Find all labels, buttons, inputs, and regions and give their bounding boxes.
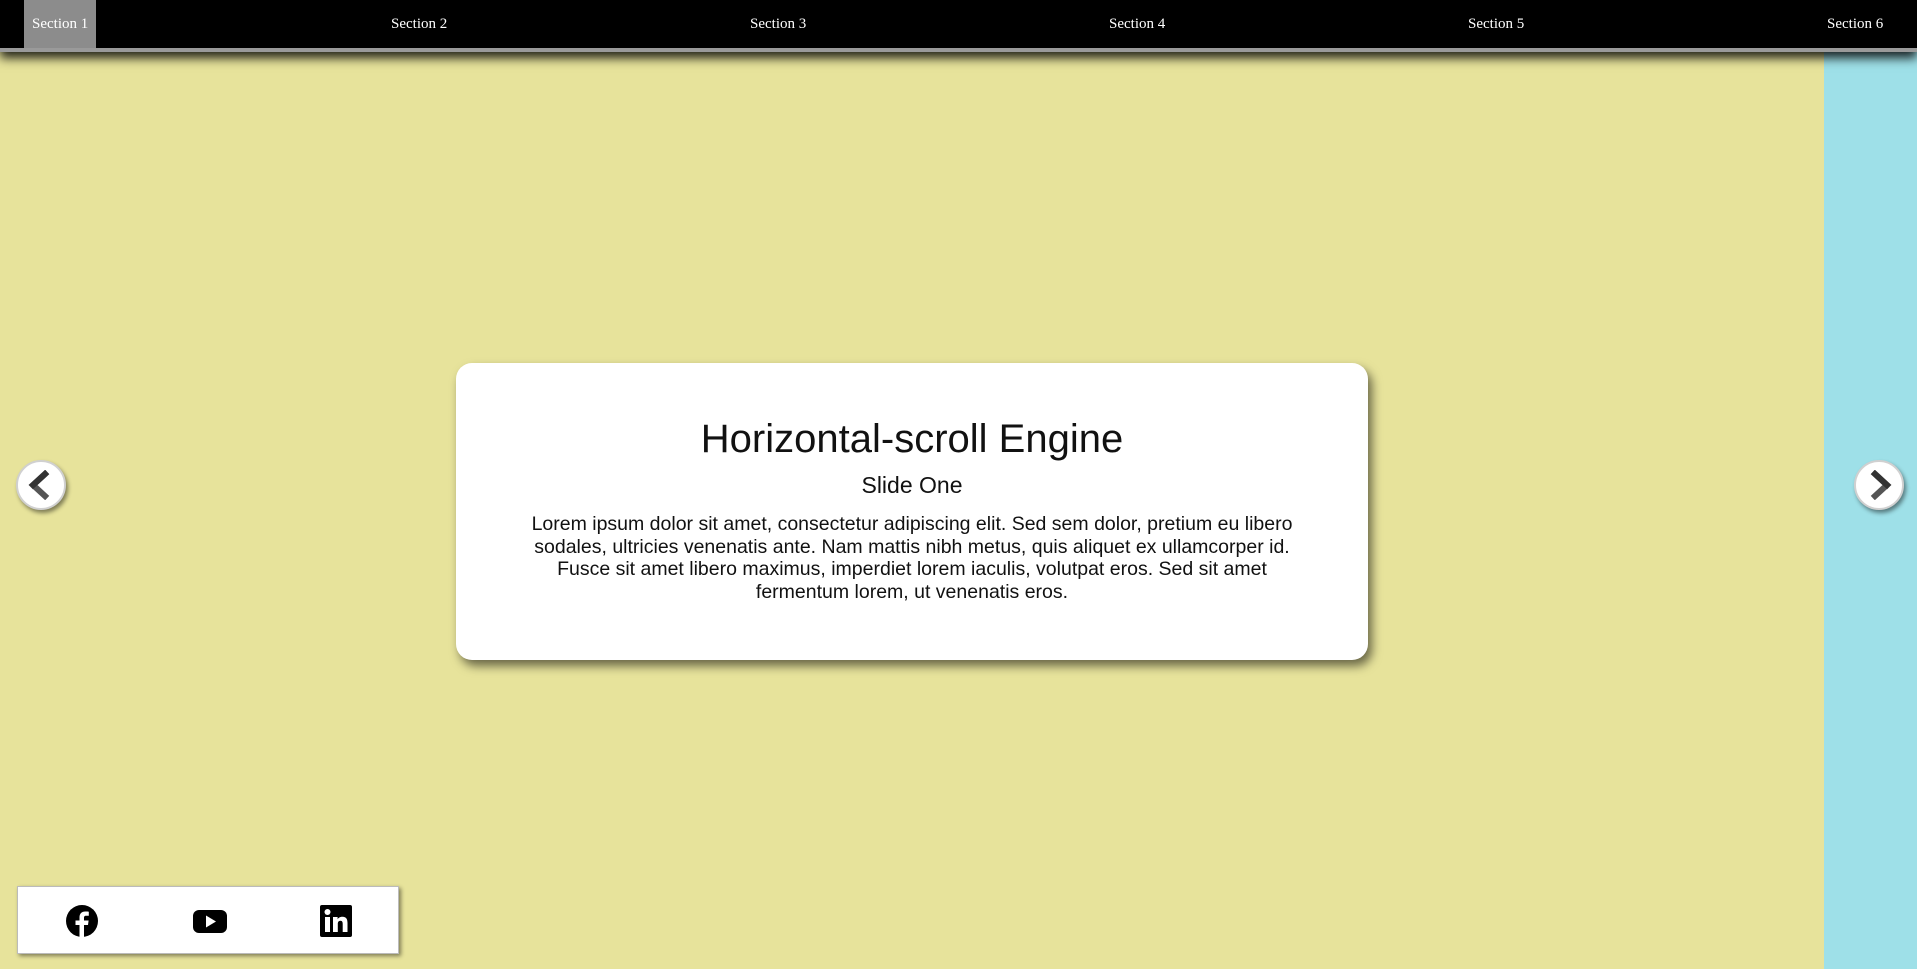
slide-title: Horizontal-scroll Engine bbox=[700, 417, 1124, 461]
top-navigation: Section 1 Section 2 Section 3 Section 4 … bbox=[0, 0, 1917, 52]
social-links bbox=[17, 886, 399, 954]
slide-subtitle: Slide One bbox=[861, 472, 963, 498]
linkedin-icon[interactable] bbox=[319, 904, 353, 938]
chevron-left-icon bbox=[28, 470, 50, 500]
youtube-icon[interactable] bbox=[192, 904, 228, 938]
nav-section-2[interactable]: Section 2 bbox=[383, 0, 455, 48]
nav-section-6[interactable]: Section 6 bbox=[1819, 0, 1891, 48]
prev-slide-button[interactable] bbox=[16, 460, 66, 510]
slide-card: Horizontal-scroll Engine Slide One Lorem… bbox=[456, 363, 1368, 660]
chevron-right-icon bbox=[1870, 470, 1892, 500]
nav-section-3[interactable]: Section 3 bbox=[742, 0, 814, 48]
nav-section-1[interactable]: Section 1 bbox=[24, 0, 97, 48]
nav-section-4[interactable]: Section 4 bbox=[1101, 0, 1173, 48]
page: Section 1 Section 2 Section 3 Section 4 … bbox=[0, 0, 1917, 969]
slide-body-text: Lorem ipsum dolor sit amet, consectetur … bbox=[531, 513, 1293, 603]
nav-section-5[interactable]: Section 5 bbox=[1460, 0, 1532, 48]
facebook-icon[interactable] bbox=[65, 904, 99, 938]
next-slide-button[interactable] bbox=[1854, 460, 1904, 510]
